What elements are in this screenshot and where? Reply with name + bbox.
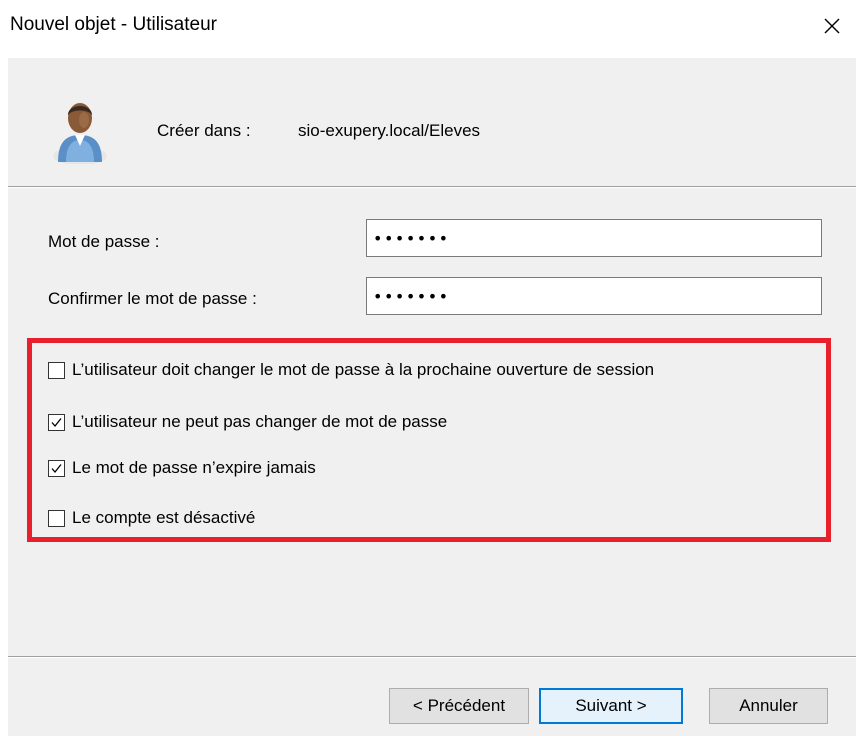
close-icon <box>824 18 840 34</box>
option-must-change-password[interactable]: L’utilisateur doit changer le mot de pas… <box>48 360 654 380</box>
option-password-never-expires[interactable]: Le mot de passe n’expire jamais <box>48 458 316 478</box>
checkbox[interactable] <box>48 361 65 379</box>
cancel-button[interactable]: Annuler <box>709 688 828 724</box>
confirm-password-field[interactable]: ••••••• <box>366 277 822 315</box>
option-label: Le compte est désactivé <box>72 508 256 527</box>
checkbox[interactable] <box>48 413 65 431</box>
window-title: Nouvel objet - Utilisateur <box>10 14 217 35</box>
checkmark-icon <box>51 463 62 473</box>
checkmark-icon <box>51 417 62 427</box>
option-label: L’utilisateur doit changer le mot de pas… <box>72 360 655 379</box>
create-in-path: sio-exupery.local/Eleves <box>298 121 481 140</box>
confirm-password-label: Confirmer le mot de passe : <box>48 289 257 308</box>
close-button[interactable] <box>808 0 856 52</box>
create-in-label: Créer dans : <box>157 121 251 140</box>
password-field[interactable]: ••••••• <box>366 219 822 257</box>
option-label: Le mot de passe n’expire jamais <box>72 458 316 477</box>
checkbox[interactable] <box>48 459 65 477</box>
user-icon <box>53 103 107 164</box>
password-value: ••••••• <box>373 228 450 248</box>
separator <box>8 186 856 188</box>
separator <box>8 656 856 658</box>
title-bar: Nouvel objet - Utilisateur <box>0 0 856 58</box>
option-account-disabled[interactable]: Le compte est désactivé <box>48 508 255 528</box>
checkbox[interactable] <box>48 509 65 527</box>
confirm-password-value: ••••••• <box>373 286 450 306</box>
option-label: L’utilisateur ne peut pas changer de mot… <box>72 412 448 431</box>
password-label: Mot de passe : <box>48 232 160 251</box>
option-cannot-change-password[interactable]: L’utilisateur ne peut pas changer de mot… <box>48 412 447 432</box>
next-button[interactable]: Suivant > <box>539 688 683 724</box>
dialog-content: Créer dans : sio-exupery.local/Eleves Mo… <box>8 58 856 736</box>
previous-button[interactable]: < Précédent <box>389 688 529 724</box>
